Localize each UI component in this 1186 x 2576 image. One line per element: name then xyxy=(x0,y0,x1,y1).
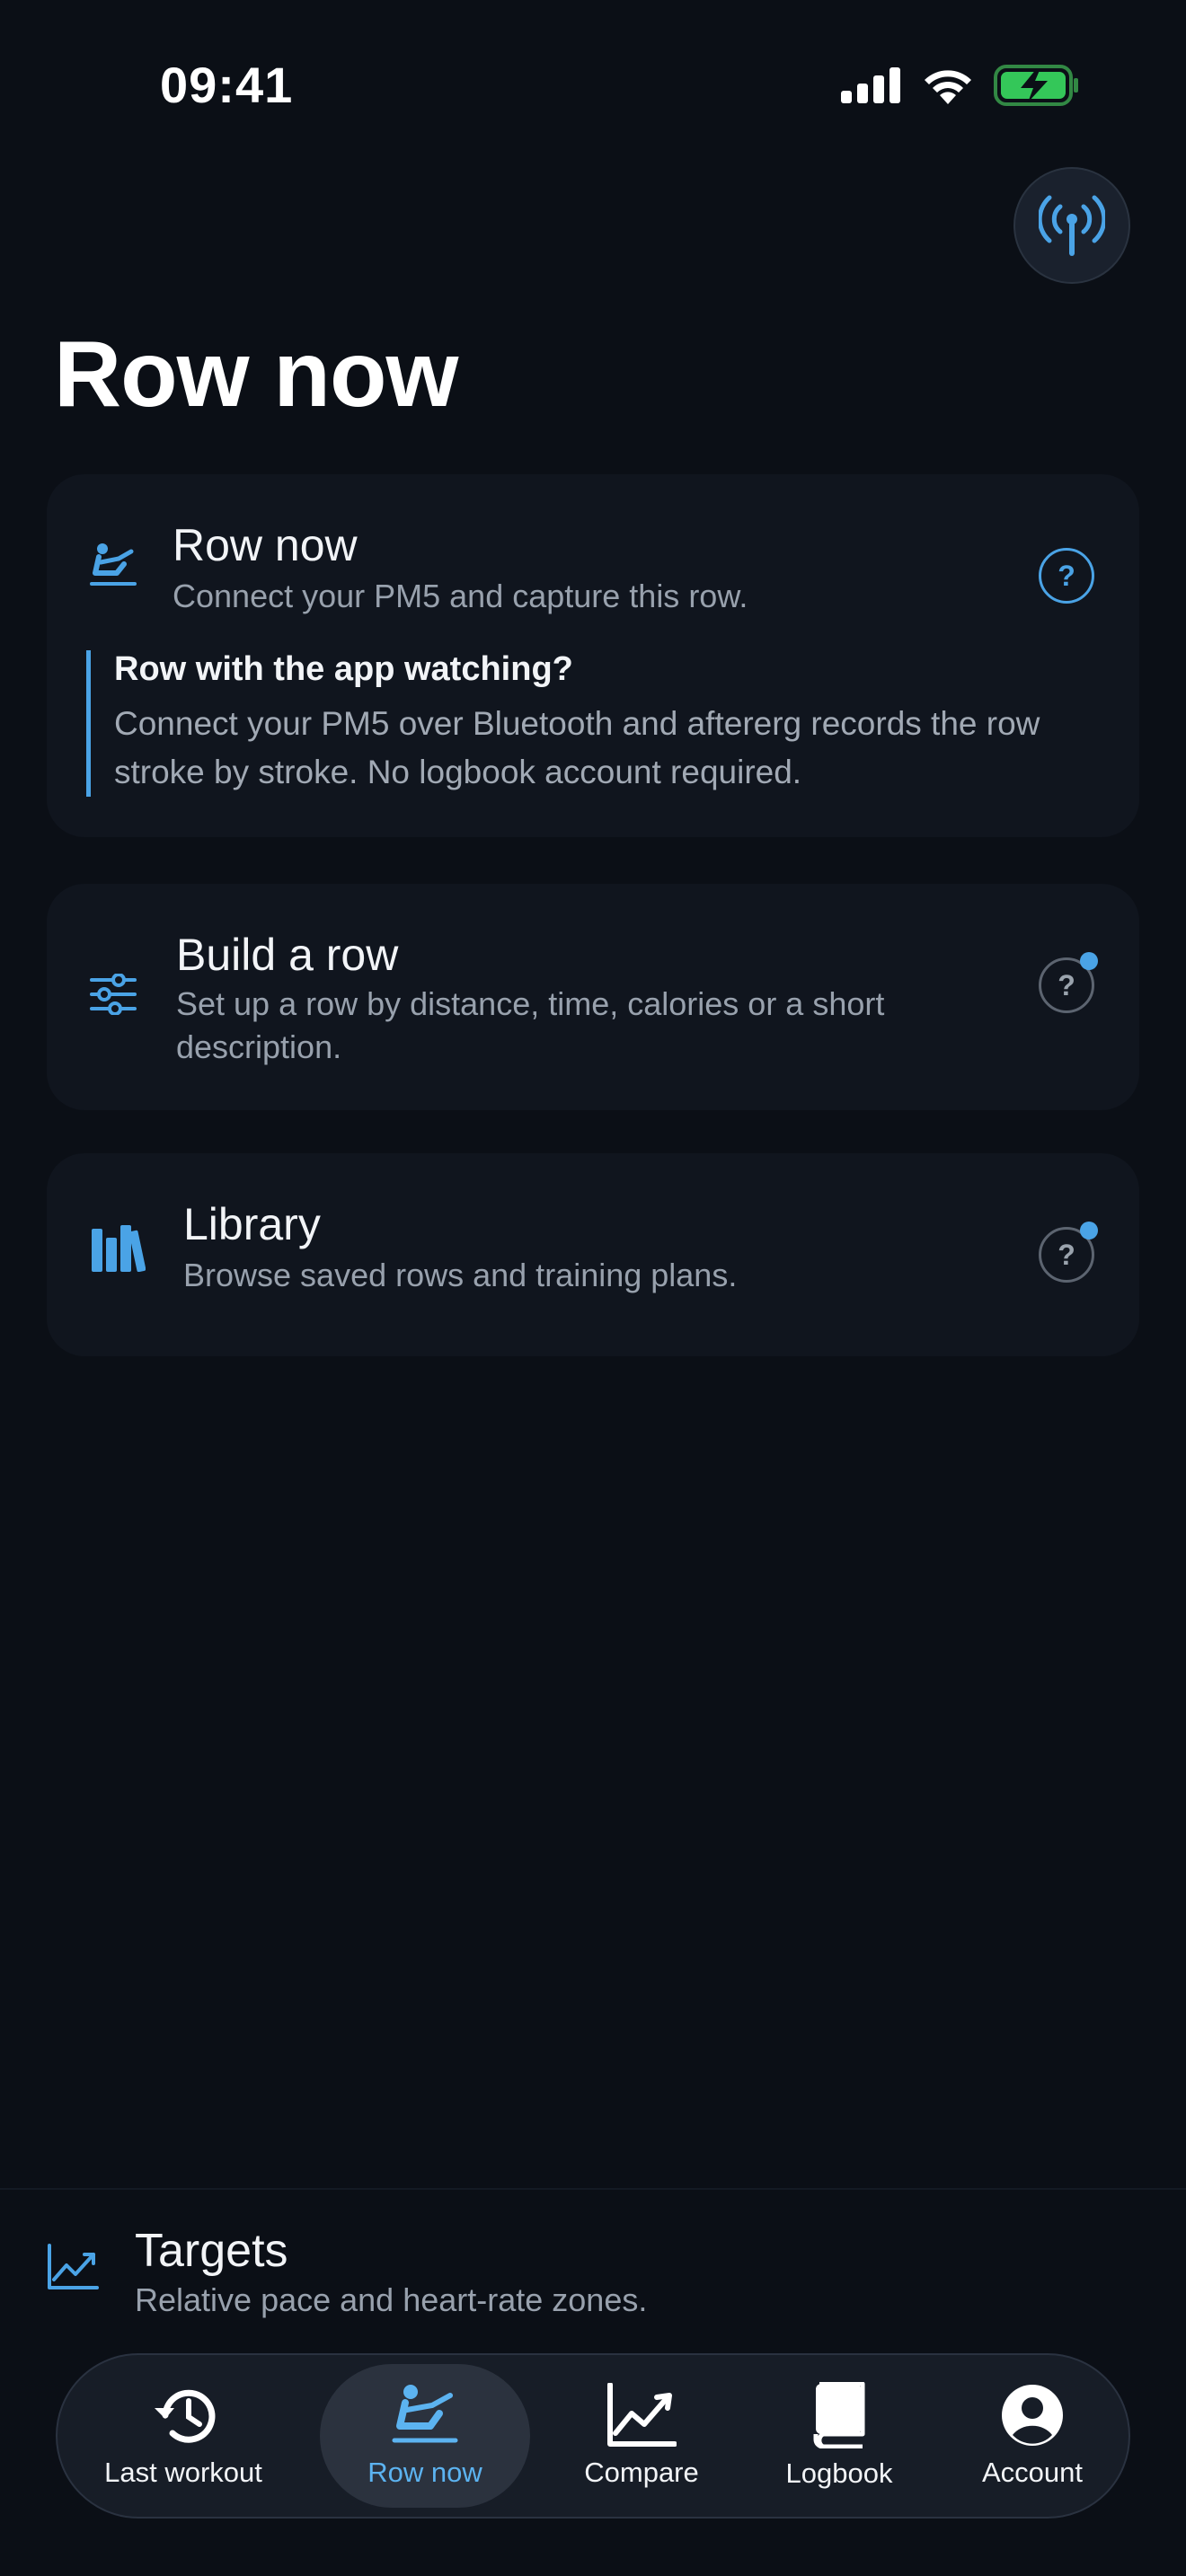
tab-label: Row now xyxy=(367,2457,482,2488)
status-time: 09:41 xyxy=(160,57,294,113)
build-card-subtitle: Set up a row by distance, time, calories… xyxy=(176,985,885,1065)
wifi-icon xyxy=(925,70,971,104)
chart-icon xyxy=(607,2383,677,2447)
library-card-title: Library xyxy=(183,1199,321,1249)
trend-chart-icon xyxy=(48,2244,99,2289)
status-icons xyxy=(841,65,1080,106)
tab-label: Last workout xyxy=(104,2457,262,2488)
page-title: Row now xyxy=(54,322,458,427)
tab-account[interactable]: Account xyxy=(956,2364,1109,2508)
signal-icon xyxy=(841,67,900,103)
tab-label: Compare xyxy=(584,2457,699,2488)
library-card[interactable]: Library Browse saved rows and training p… xyxy=(47,1153,1139,1356)
tab-compare[interactable]: Compare xyxy=(561,2364,722,2508)
targets-title: Targets xyxy=(135,2225,288,2277)
tab-bar: Last workout Row now Compare Logbook Acc… xyxy=(56,2353,1130,2519)
row-now-card-title: Row now xyxy=(173,520,358,570)
build-card-title: Build a row xyxy=(176,930,399,980)
battery-charging-icon xyxy=(994,65,1078,106)
tab-last-workout[interactable]: Last workout xyxy=(93,2364,273,2508)
rower-icon xyxy=(392,2385,458,2443)
targets-subtitle: Relative pace and heart-rate zones. xyxy=(135,2281,648,2318)
library-books-icon xyxy=(92,1225,146,1272)
account-icon xyxy=(1002,2385,1063,2446)
row-now-card[interactable]: Row now Connect your PM5 and capture thi… xyxy=(47,474,1139,837)
tab-row-now[interactable]: Row now xyxy=(320,2364,530,2508)
build-a-row-card[interactable]: Build a row Set up a row by distance, ti… xyxy=(47,884,1139,1110)
row-now-callout: Row with the app watching? Connect your … xyxy=(86,650,1120,797)
tab-label: Account xyxy=(981,2457,1083,2488)
book-icon xyxy=(813,2382,865,2448)
connect-pm5-button[interactable] xyxy=(1013,167,1130,284)
history-icon xyxy=(155,2389,216,2443)
library-card-subtitle: Browse saved rows and training plans. xyxy=(183,1257,738,1293)
sliders-icon xyxy=(90,974,137,1015)
row-now-card-subtitle: Connect your PM5 and capture this row. xyxy=(173,578,748,614)
tab-logbook[interactable]: Logbook xyxy=(758,2364,920,2508)
callout-title: Row with the app watching? xyxy=(114,650,573,688)
new-indicator-dot xyxy=(1080,952,1098,970)
targets-row[interactable]: Targets Relative pace and heart-rate zon… xyxy=(0,2188,1186,2351)
rower-icon xyxy=(90,543,137,586)
status-bar: 09:41 xyxy=(0,0,1186,171)
callout-body: Connect your PM5 over Bluetooth and afte… xyxy=(114,705,1040,790)
antenna-icon xyxy=(1039,195,1105,256)
new-indicator-dot xyxy=(1080,1222,1098,1239)
tab-label: Logbook xyxy=(785,2457,893,2489)
row-now-help-button[interactable]: ? xyxy=(1039,548,1094,604)
